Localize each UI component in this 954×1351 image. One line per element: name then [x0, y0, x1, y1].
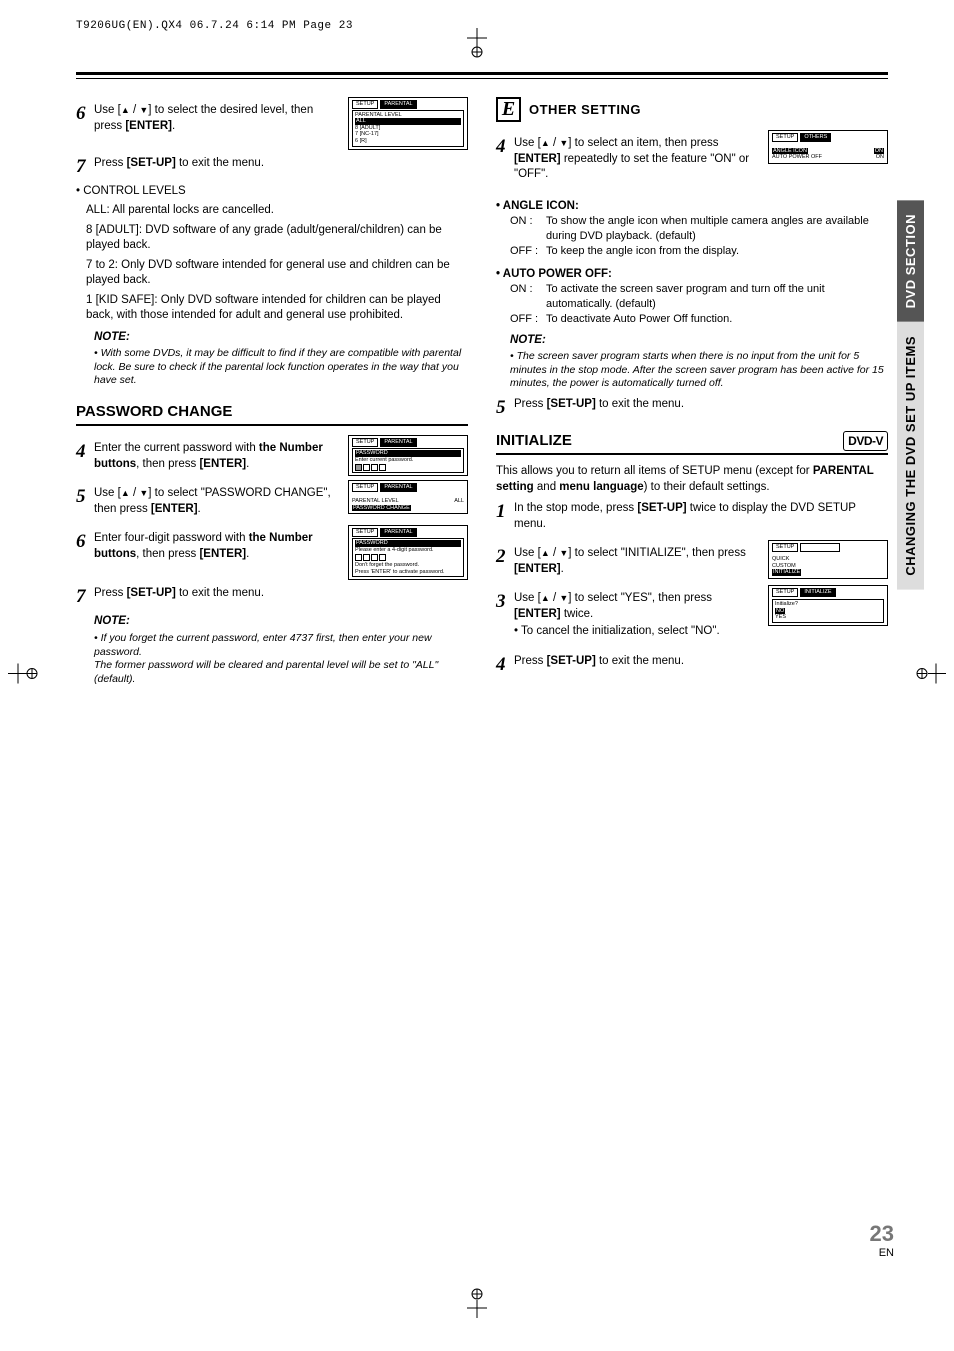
page-number: 23 EN: [870, 1221, 894, 1259]
other-step5-text: Press [SET-UP] to exit the menu.: [514, 397, 888, 413]
side-tab-dvd-section: DVD SECTION: [897, 200, 924, 322]
angle-off: To keep the angle icon from the display.: [546, 244, 739, 259]
pw-step-6: 6: [76, 532, 94, 551]
angle-on-term: ON :: [510, 214, 546, 244]
pw-step5-text: Use [ / ] to select "PASSWORD CHANGE", t…: [94, 486, 340, 517]
other-setting-title: E OTHER SETTING: [496, 97, 888, 122]
osd-password-enter: SETUPPARENTAL PASSWORD Enter current pas…: [348, 435, 468, 476]
note1-body: • With some DVDs, it may be difficult to…: [94, 347, 468, 388]
init-step1-text: In the stop mode, press [SET-UP] twice t…: [514, 501, 888, 532]
init-step2-text: Use [ / ] to select "INITIALIZE", then p…: [514, 546, 760, 577]
note2-body2: The former password will be cleared and …: [94, 659, 468, 686]
angle-icon-heading: • ANGLE ICON:: [496, 199, 888, 215]
osd-password-new: SETUPPARENTAL PASSWORD Please enter a 4-…: [348, 525, 468, 580]
pw-step6-text: Enter four-digit password with the Numbe…: [94, 531, 340, 562]
control-levels-heading: • CONTROL LEVELS: [76, 184, 468, 200]
init-step4-text: Press [SET-UP] to exit the menu.: [514, 654, 888, 670]
right-note-title: NOTE:: [510, 333, 888, 349]
other-step4-text: Use [ / ] to select an item, then press …: [514, 136, 760, 183]
pw-step7-text: Press [SET-UP] to exit the menu.: [94, 586, 468, 602]
side-tabs: DVD SECTION CHANGING THE DVD SET UP ITEM…: [897, 200, 924, 590]
note2-body1: • If you forget the current password, en…: [94, 632, 468, 659]
note2-title: NOTE:: [94, 614, 468, 630]
init-step-3: 3: [496, 592, 514, 611]
pw-step-7: 7: [76, 587, 94, 606]
apo-off: To deactivate Auto Power Off function.: [546, 312, 732, 327]
cl-8: 8 [ADULT]: DVD software of any grade (ad…: [86, 223, 468, 254]
cl-1: 1 [KID SAFE]: Only DVD software intended…: [86, 293, 468, 324]
apo-heading: • AUTO POWER OFF:: [496, 267, 888, 283]
initialize-intro: This allows you to return all items of S…: [496, 464, 888, 495]
init-step-1: 1: [496, 502, 514, 521]
step6-text: Use [ / ] to select the desired level, t…: [94, 103, 340, 134]
step-number-6: 6: [76, 104, 94, 123]
other-step-4: 4: [496, 137, 514, 156]
init-step-2: 2: [496, 547, 514, 566]
password-change-heading: PASSWORD CHANGE: [76, 402, 468, 426]
osd-setup-initialize: SETUP QUICK CUSTOM INITIALIZE: [768, 540, 888, 578]
note1-title: NOTE:: [94, 330, 468, 346]
apo-off-term: OFF :: [510, 312, 546, 327]
cl-7to2: 7 to 2: Only DVD software intended for g…: [86, 258, 468, 289]
init-step-4: 4: [496, 655, 514, 674]
right-column: E OTHER SETTING 4 Use [ / ] to select an…: [496, 97, 888, 686]
top-rules: [76, 72, 888, 79]
step-number-7: 7: [76, 157, 94, 176]
left-column: 6 Use [ / ] to select the desired level,…: [76, 97, 468, 686]
step7-text: Press [SET-UP] to exit the menu.: [94, 156, 468, 172]
pw-step-5: 5: [76, 487, 94, 506]
other-step-5: 5: [496, 398, 514, 417]
side-tab-changing: CHANGING THE DVD SET UP ITEMS: [897, 322, 924, 590]
pw-step4-text: Enter the current password with the Numb…: [94, 441, 340, 472]
osd-others: SETUPOTHERS ANGLE ICONON AUTO POWER OFFO…: [768, 130, 888, 164]
initialize-heading: INITIALIZE DVD-V: [496, 431, 888, 455]
letter-e-box: E: [496, 97, 521, 122]
apo-on: To activate the screen saver program and…: [546, 282, 888, 312]
right-note-body: • The screen saver program starts when t…: [510, 350, 888, 391]
osd-parental-level: SETUPPARENTAL PARENTAL LEVEL ALL 8 [ADUL…: [348, 97, 468, 150]
apo-on-term: ON :: [510, 282, 546, 312]
dvd-v-logo: DVD-V: [843, 431, 888, 451]
cl-all: ALL: All parental locks are cancelled.: [86, 203, 468, 219]
init-step3-text: Use [ / ] to select "YES", then press [E…: [514, 591, 760, 640]
angle-on: To show the angle icon when multiple cam…: [546, 214, 888, 244]
pw-step-4: 4: [76, 442, 94, 461]
osd-password-change-menu: SETUPPARENTAL PARENTAL LEVELALL PASSWORD…: [348, 480, 468, 514]
print-header: T9206UG(EN).QX4 06.7.24 6:14 PM Page 23: [76, 20, 934, 32]
angle-off-term: OFF :: [510, 244, 546, 259]
osd-initialize-confirm: SETUPINITIALIZE Initialize? NO YES: [768, 585, 888, 625]
